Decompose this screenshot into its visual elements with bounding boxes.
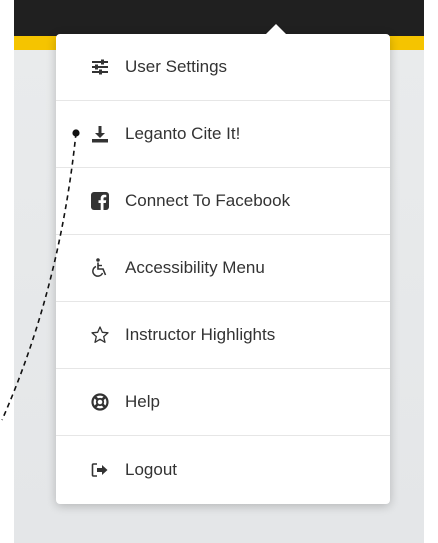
menu-item-accessibility[interactable]: Accessibility Menu bbox=[56, 235, 390, 302]
menu-item-label: Connect To Facebook bbox=[125, 191, 291, 210]
menu-item-label: Leganto Cite It! bbox=[125, 124, 241, 143]
facebook-icon bbox=[89, 190, 111, 212]
menu-item-instructor-highlights[interactable]: Instructor Highlights bbox=[56, 302, 390, 369]
menu-item-connect-facebook[interactable]: Connect To Facebook bbox=[56, 168, 390, 235]
menu-item-label: User Settings bbox=[125, 57, 228, 76]
logout-icon bbox=[89, 459, 111, 481]
menu-item-label: Accessibility Menu bbox=[125, 258, 265, 277]
top-nav-bar bbox=[14, 0, 424, 36]
lifebuoy-icon bbox=[89, 391, 111, 413]
download-icon bbox=[89, 123, 111, 145]
menu-item-logout[interactable]: Logout bbox=[56, 436, 390, 503]
menu-item-help[interactable]: Help bbox=[56, 369, 390, 436]
menu-item-label: Help bbox=[125, 392, 160, 411]
star-icon bbox=[89, 324, 111, 346]
wheelchair-icon bbox=[89, 257, 111, 279]
menu-item-leganto-cite-it[interactable]: Leganto Cite It! bbox=[56, 101, 390, 168]
menu-item-label: Instructor Highlights bbox=[125, 325, 276, 344]
menu-item-user-settings[interactable]: User Settings bbox=[56, 34, 390, 101]
sliders-icon bbox=[89, 56, 111, 78]
menu-item-label: Logout bbox=[125, 459, 177, 479]
menu-caret bbox=[266, 24, 286, 34]
user-dropdown-menu: User Settings Leganto Cite It! Connect T… bbox=[56, 24, 390, 504]
